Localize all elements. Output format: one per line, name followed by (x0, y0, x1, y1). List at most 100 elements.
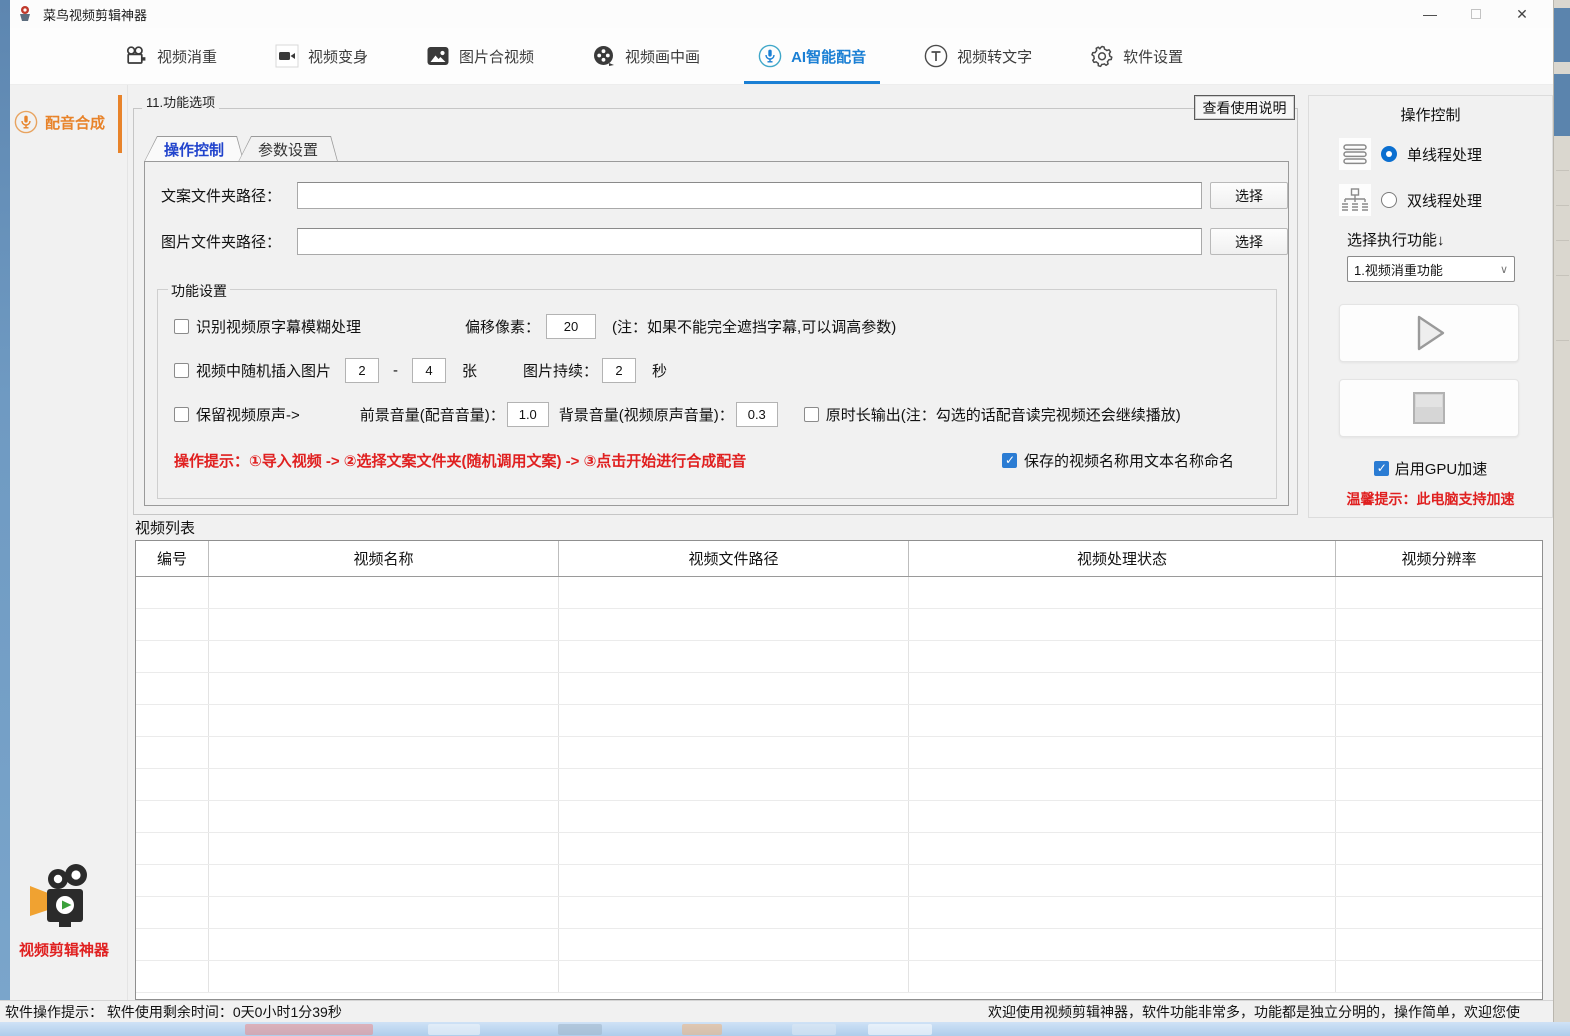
taskbar-item[interactable] (682, 1024, 722, 1035)
tab-settings[interactable]: 软件设置 (1084, 28, 1189, 84)
taskbar-item[interactable] (428, 1024, 480, 1035)
insert-unit-label: 张 (462, 360, 477, 381)
text-folder-input[interactable] (297, 182, 1202, 209)
taskbar-item[interactable] (558, 1024, 602, 1035)
gear-icon (1090, 44, 1114, 68)
microphone-icon (14, 110, 38, 134)
tab-parameter-settings[interactable]: 参数设置 (238, 136, 338, 162)
insert-max-input[interactable] (412, 358, 446, 383)
image-folder-input[interactable] (297, 228, 1202, 255)
taskbar-item[interactable] (792, 1024, 836, 1035)
fg-volume-input[interactable] (507, 402, 549, 427)
table-cell (136, 801, 209, 832)
sidebar-item-dubbing[interactable]: 配音合成 (14, 110, 105, 134)
background-window-fragment (1554, 74, 1570, 136)
table-cell (1336, 673, 1542, 704)
inner-tab-strip: 操作控制 参数设置 (144, 136, 332, 162)
insert-image-label: 视频中随机插入图片 (196, 360, 331, 381)
gpu-checkbox[interactable] (1374, 461, 1389, 476)
logo-label: 视频剪辑神器 (0, 939, 128, 960)
table-cell (136, 577, 209, 608)
function-dropdown[interactable]: 1.视频消重功能 ∨ (1347, 256, 1515, 282)
insert-image-checkbox[interactable] (174, 363, 189, 378)
insert-image-row: 视频中随机插入图片 - 张 图片持续： 秒 (174, 356, 1266, 384)
close-button[interactable]: ✕ (1499, 0, 1545, 28)
tab-video-to-text[interactable]: 视频转文字 (918, 28, 1038, 84)
select-function-label: 选择执行功能↓ (1347, 229, 1445, 250)
table-row (136, 673, 1542, 705)
range-dash: - (393, 362, 398, 379)
subtitle-blur-label: 识别视频原字幕模糊处理 (196, 316, 361, 337)
subtitle-blur-checkbox[interactable] (174, 319, 189, 334)
tab-operation-control[interactable]: 操作控制 (144, 136, 244, 162)
title-bar: 菜鸟视频剪辑神器 — ✕ (0, 0, 1553, 28)
group-title: 11.功能选项 (142, 92, 219, 111)
offset-note: (注：如果不能完全遮挡字幕,可以调高参数) (612, 316, 896, 337)
header-resolution[interactable]: 视频分辨率 (1336, 541, 1542, 576)
single-thread-row: 单线程处理 (1339, 138, 1482, 170)
nav-tab-label: 视频转文字 (957, 46, 1032, 67)
nav-tab-label: AI智能配音 (791, 46, 866, 67)
tab-ai-dubbing[interactable]: AI智能配音 (752, 28, 872, 84)
table-row (136, 641, 1542, 673)
bg-volume-input[interactable] (736, 402, 778, 427)
header-video-name[interactable]: 视频名称 (209, 541, 559, 576)
taskbar-item[interactable] (868, 1024, 932, 1035)
duration-input[interactable] (602, 358, 636, 383)
taskbar-item[interactable] (245, 1024, 373, 1035)
stop-button[interactable] (1339, 379, 1519, 437)
tab-video-transform[interactable]: 视频变身 (269, 28, 374, 84)
text-folder-select-button[interactable]: 选择 (1210, 182, 1288, 209)
app-logo-icon (16, 5, 34, 23)
offset-input[interactable] (546, 314, 596, 339)
dual-thread-icon (1341, 187, 1369, 213)
top-navigation: 视频消重 视频变身 图片合视频 (0, 28, 1553, 85)
view-instructions-button[interactable]: 查看使用说明 (1194, 95, 1295, 120)
operation-hint: 操作提示：①导入视频 -> ②选择文案文件夹(随机调用文案) -> ③点击开始进… (174, 450, 746, 471)
table-row (136, 737, 1542, 769)
table-cell (1336, 833, 1542, 864)
table-cell (209, 705, 559, 736)
table-cell (559, 769, 909, 800)
table-cell (559, 897, 909, 928)
function-options-group: 11.功能选项 查看使用说明 操作控制 参数设置 文案文件夹路径： (133, 108, 1298, 515)
taskbar[interactable] (0, 1022, 1570, 1036)
single-thread-radio[interactable] (1381, 146, 1397, 162)
background-window-sliver (1553, 0, 1570, 1022)
table-row (136, 705, 1542, 737)
tab-image-to-video[interactable]: 图片合视频 (420, 28, 540, 84)
header-index[interactable]: 编号 (136, 541, 209, 576)
image-folder-select-button[interactable]: 选择 (1210, 228, 1288, 255)
table-cell (209, 609, 559, 640)
film-reel-icon (592, 44, 616, 68)
keep-audio-checkbox[interactable] (174, 407, 189, 422)
tab-video-dedup[interactable]: 视频消重 (118, 28, 223, 84)
table-cell (209, 961, 559, 992)
video-list-title: 视频列表 (135, 517, 195, 538)
orig-duration-label: 原时长输出(注：勾选的话配音读完视频还会继续播放) (826, 404, 1181, 425)
table-cell (1336, 737, 1542, 768)
maximize-button[interactable] (1453, 0, 1499, 28)
table-cell (559, 929, 909, 960)
table-cell (559, 737, 909, 768)
header-status[interactable]: 视频处理状态 (909, 541, 1336, 576)
table-cell (559, 865, 909, 896)
app-window: 菜鸟视频剪辑神器 — ✕ 视频消重 (0, 0, 1553, 1022)
insert-min-input[interactable] (345, 358, 379, 383)
dual-thread-radio[interactable] (1381, 192, 1397, 208)
table-row (136, 801, 1542, 833)
save-name-checkbox[interactable] (1002, 453, 1017, 468)
tab-video-pip[interactable]: 视频画中画 (586, 28, 706, 84)
nav-tab-label: 视频画中画 (625, 46, 700, 67)
header-file-path[interactable]: 视频文件路径 (559, 541, 909, 576)
minimize-button[interactable]: — (1407, 0, 1453, 28)
tab-label: 参数设置 (242, 136, 334, 162)
maximize-icon (1471, 9, 1481, 19)
table-row (136, 961, 1542, 993)
table-cell (909, 737, 1336, 768)
keep-audio-row: 保留视频原声-> 前景音量(配音音量)： 背景音量(视频原声音量)： 原时长输出… (174, 400, 1266, 428)
start-button[interactable] (1339, 304, 1519, 362)
stop-icon (1412, 391, 1446, 425)
orig-duration-checkbox[interactable] (804, 407, 819, 422)
table-cell (209, 577, 559, 608)
